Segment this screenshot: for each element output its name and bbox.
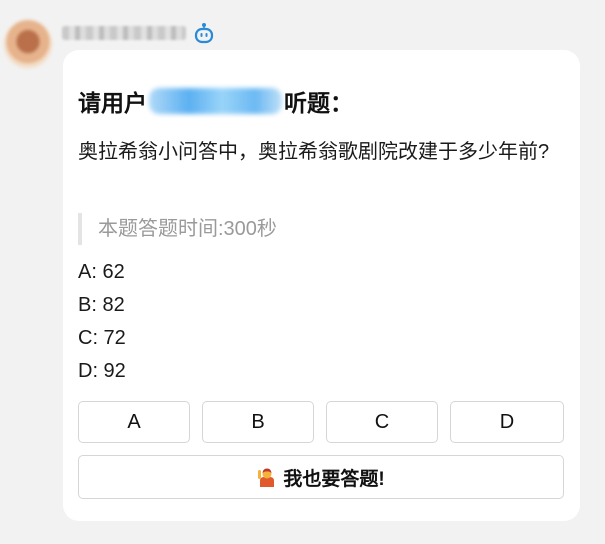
sender-row [62,20,214,46]
join-quiz-button[interactable]: 我也要答题! [78,455,564,499]
robot-icon [194,23,214,44]
option-a: A: 62 [78,261,125,283]
option-c: C: 72 [78,327,126,349]
card-title: 请用户 听题： [78,84,353,118]
option-d: D: 92 [78,360,126,382]
mentioned-user[interactable] [149,88,282,114]
option-b: B: 82 [78,294,125,316]
sender-avatar[interactable] [4,20,52,68]
quiz-card: 请用户 听题： 奥拉希翁小问答中，奥拉希翁歌剧院改建于多少年前? 本题答题时间:… [63,50,580,521]
time-note: 本题答题时间:300秒 [78,213,277,245]
answer-button-c[interactable]: C [326,401,438,443]
answer-button-a[interactable]: A [78,401,190,443]
sender-name[interactable] [62,26,186,40]
question-text: 奥拉希翁小问答中，奥拉希翁歌剧院改建于多少年前? [78,141,550,163]
raising-hand-emoji-icon [258,468,275,487]
answer-button-b[interactable]: B [202,401,314,443]
answer-button-d[interactable]: D [450,401,564,443]
join-button-label: 我也要答题! [283,468,385,490]
title-prefix: 请用户 [78,90,147,116]
options-list: A: 62 B: 82 C: 72 D: 92 [78,256,126,388]
title-suffix: 听题： [284,90,353,116]
